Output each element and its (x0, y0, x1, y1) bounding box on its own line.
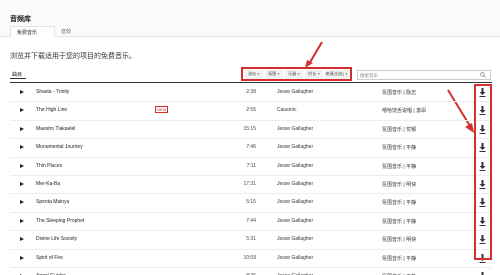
intro-text: 浏览并下载适用于您的项目的免费音乐。 (10, 53, 136, 60)
track-artist[interactable]: Jesse Gallagher (277, 255, 313, 261)
track-genre-mood: 嘻哈饶舌说唱 | 激昂 (382, 108, 427, 115)
track-title: Maestro Tlakaelel (36, 125, 76, 132)
play-icon[interactable] (20, 145, 24, 150)
track-duration: 2:38 (246, 89, 256, 95)
track-title: Thin Places (36, 162, 63, 169)
page-header: 音频库 免费音乐 音效 (0, 0, 500, 37)
search-input[interactable] (360, 72, 472, 79)
track-title: Spirit of Fire (36, 254, 63, 261)
track-genre-mood: 氛围音乐 | 平静 (382, 145, 417, 152)
table-header-divider (10, 82, 492, 83)
caret-down-icon: ▼ (345, 72, 349, 76)
track-row[interactable]: The High Line NEW 2:55 Causmic 嘻哈饶舌说唱 | 激昂 (10, 102, 492, 121)
track-title: Divine Life Society (36, 236, 78, 243)
track-duration: 5:15 (246, 199, 256, 206)
filter-label: 氛围 (268, 71, 277, 76)
sort-by-track-button[interactable]: 曲目 (9, 71, 27, 79)
track-title: Spenta Mainyu (36, 199, 70, 206)
track-duration: 2:55 (246, 107, 256, 114)
annotation-arrow-down-icon (305, 41, 323, 68)
track-artist[interactable]: Jesse Gallagher (277, 163, 313, 169)
filter-instrument[interactable]: 乐器 ▼ (285, 69, 304, 79)
track-duration: 7:46 (246, 144, 256, 151)
track-artist[interactable]: Jesse Gallagher (277, 218, 313, 224)
caret-down-icon: ▼ (317, 72, 321, 76)
search-icon[interactable] (480, 72, 486, 78)
search-box (357, 70, 491, 80)
track-artist[interactable]: Jesse Gallagher (277, 199, 313, 205)
track-duration: 7:11 (246, 162, 256, 169)
track-row[interactable]: Thin Places 7:11 Jesse Gallagher 氛围音乐 | 平静 (10, 158, 492, 176)
play-icon[interactable] (20, 108, 24, 113)
play-icon[interactable] (20, 200, 24, 205)
track-genre-mood: 氛围音乐 | 平静 (382, 200, 417, 207)
track-duration: 17:31 (243, 181, 256, 187)
play-icon[interactable] (20, 126, 24, 131)
track-row[interactable]: Spirit of Fire 10:09 Jesse Gallagher 氛围音乐 |… (10, 250, 492, 268)
play-icon[interactable] (20, 182, 24, 186)
track-duration: 5:31 (246, 236, 256, 243)
play-icon[interactable] (20, 163, 24, 168)
caret-down-icon: ▼ (277, 72, 281, 76)
filter-label: 时长 (308, 71, 317, 76)
track-row[interactable]: Divine Life Society 5:31 Jesse Gallagher 氛围… (10, 231, 492, 250)
filter-label: 乐器 (288, 71, 297, 76)
track-row[interactable]: Spenta Mainyu 5:15 Jesse Gallagher 氛围音乐 | 平… (10, 194, 492, 213)
track-genre-mood: 氛围音乐 | 明快 (382, 237, 417, 244)
track-genre-mood: 氛围音乐 | 忧郁 (382, 126, 417, 133)
track-duration: 7:44 (246, 217, 256, 224)
track-row[interactable]: Shasta - Trinity 2:38 Jesse Gallagher 氛围音乐 … (10, 84, 492, 103)
track-artist[interactable]: Jesse Gallagher (277, 89, 313, 95)
track-genre-mood: 氛围音乐 | 平静 (382, 163, 417, 170)
play-icon[interactable] (20, 237, 24, 242)
play-icon[interactable] (20, 255, 24, 260)
track-title: Monumental Journey (36, 144, 83, 151)
track-artist[interactable]: Jesse Gallagher (277, 126, 313, 132)
track-title: Mer-Ka-Ba (36, 181, 61, 187)
new-badge: NEW (155, 106, 169, 114)
track-duration: 15:15 (243, 125, 256, 132)
filter-mood[interactable]: 氛围 ▼ (265, 69, 284, 79)
track-title: Shasta - Trinity (36, 89, 70, 95)
tab-free-music[interactable]: 免费音乐 (10, 26, 55, 37)
track-row[interactable]: The Sleeping Prophet 7:44 Jesse Gallagher 氛… (10, 213, 492, 232)
track-artist[interactable]: Jesse Gallagher (277, 144, 313, 150)
tab-sound-effects[interactable]: 音效 (55, 26, 100, 37)
tab-bar: 免费音乐 音效 (10, 26, 100, 37)
filter-attribution[interactable]: 来源(出处) ▼ (325, 69, 349, 79)
track-artist[interactable]: Jesse Gallagher (277, 236, 313, 242)
track-title: The High Line (36, 107, 68, 114)
track-artist[interactable]: Causmic (277, 107, 296, 113)
track-row[interactable]: Angel Guides8:36Jesse Gallagher氛围音乐 | 平静 (10, 268, 492, 275)
play-icon[interactable] (20, 218, 24, 223)
track-genre-mood: 氛围音乐 | 明快 (382, 182, 417, 188)
track-duration: 10:09 (243, 254, 256, 261)
track-title: The Sleeping Prophet (36, 217, 85, 224)
filter-label: 来源(出处) (325, 71, 345, 76)
track-row[interactable]: Monumental Journey 7:46 Jesse Gallagher 氛围音… (10, 139, 492, 158)
filter-label: 流派 (248, 71, 257, 76)
track-genre-mood: 氛围音乐 | 平静 (382, 218, 417, 225)
filter-duration[interactable]: 时长 ▼ (305, 69, 324, 79)
annotation-highlight-box (474, 84, 492, 260)
track-row[interactable]: Maestro Tlakaelel 15:15 Jesse Gallagher 氛围音… (10, 121, 492, 140)
caret-down-icon: ▼ (297, 72, 301, 76)
track-genre-mood: 氛围音乐 | 励志 (382, 90, 417, 96)
play-icon[interactable] (20, 90, 24, 94)
page-title: 音频库 (10, 16, 31, 23)
caret-down-icon: ▼ (257, 72, 261, 76)
filter-genre[interactable]: 流派 ▼ (245, 69, 264, 79)
track-row[interactable]: Mer-Ka-Ba 17:31 Jesse Gallagher 氛围音乐 | 明快 (10, 176, 492, 195)
track-genre-mood: 氛围音乐 | 平静 (382, 255, 417, 262)
track-artist[interactable]: Jesse Gallagher (277, 181, 313, 187)
